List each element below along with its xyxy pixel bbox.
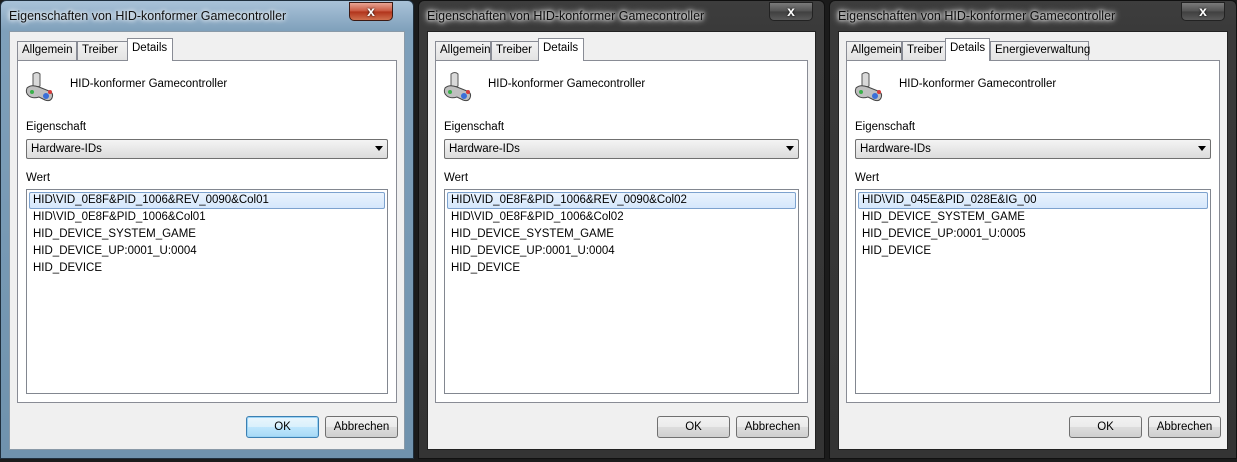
tab-details[interactable]: Details <box>538 38 584 61</box>
list-item[interactable]: HID_DEVICE_UP:0001_U:0004 <box>447 243 796 260</box>
tab-treiber[interactable]: Treiber <box>77 41 128 60</box>
window-title: Eigenschaften von HID-konformer Gamecont… <box>427 9 705 23</box>
device-name: HID-konformer Gamecontroller <box>488 78 646 90</box>
gamecontroller-icon <box>443 72 472 102</box>
property-selected-value: Hardware-IDs <box>31 143 102 155</box>
list-item[interactable]: HID_DEVICE_SYSTEM_GAME <box>447 226 796 243</box>
property-dropdown[interactable]: Hardware-IDs <box>444 139 799 159</box>
tab-details[interactable]: Details <box>945 38 990 61</box>
details-panel: HID-konformer Gamecontroller Eigenschaft… <box>846 60 1220 403</box>
title-bar[interactable]: Eigenschaften von HID-konformer Gamecont… <box>1 1 413 31</box>
properties-dialog-1: Eigenschaften von HID-konformer Gamecont… <box>0 0 414 459</box>
list-item[interactable]: HID\VID_0E8F&PID_1006&Col02 <box>447 209 796 226</box>
property-selected-value: Hardware-IDs <box>449 143 520 155</box>
dialog-client: Allgemein Treiber Details HID-konformer … <box>9 31 405 450</box>
list-item[interactable]: HID\VID_045E&PID_028E&IG_00 <box>858 192 1208 209</box>
property-dropdown[interactable]: Hardware-IDs <box>855 139 1211 159</box>
details-panel: HID-konformer Gamecontroller Eigenschaft… <box>17 60 397 403</box>
value-list[interactable]: HID\VID_0E8F&PID_1006&REV_0090&Col02 HID… <box>444 189 799 394</box>
chevron-down-icon <box>1198 146 1206 151</box>
property-label: Eigenschaft <box>26 121 87 133</box>
list-item[interactable]: HID_DEVICE_SYSTEM_GAME <box>858 209 1208 226</box>
dialog-client: Allgemein Treiber Details HID-konformer … <box>427 31 816 450</box>
close-icon: x <box>367 3 375 19</box>
close-button[interactable]: x <box>1181 2 1225 21</box>
list-item[interactable]: HID\VID_0E8F&PID_1006&Col01 <box>29 209 385 226</box>
cancel-button[interactable]: Abbrechen <box>325 416 398 438</box>
tab-treiber[interactable]: Treiber <box>902 41 946 60</box>
properties-dialog-3: Eigenschaften von HID-konformer Gamecont… <box>829 0 1237 459</box>
property-label: Eigenschaft <box>444 121 505 133</box>
list-item[interactable]: HID_DEVICE_UP:0001_U:0005 <box>858 226 1208 243</box>
close-icon: x <box>1199 3 1207 19</box>
value-label: Wert <box>444 172 469 184</box>
list-item[interactable]: HID_DEVICE_SYSTEM_GAME <box>29 226 385 243</box>
tab-allgemein[interactable]: Allgemein <box>435 41 491 60</box>
title-bar[interactable]: Eigenschaften von HID-konformer Gamecont… <box>419 1 824 31</box>
window-title: Eigenschaften von HID-konformer Gamecont… <box>9 9 287 23</box>
tab-energieverwaltung[interactable]: Energieverwaltung <box>990 41 1090 60</box>
ok-button[interactable]: OK <box>246 416 319 438</box>
list-item[interactable]: HID_DEVICE <box>29 260 385 277</box>
tab-details[interactable]: Details <box>127 38 173 61</box>
property-selected-value: Hardware-IDs <box>860 143 931 155</box>
chevron-down-icon <box>786 146 794 151</box>
list-item[interactable]: HID_DEVICE_UP:0001_U:0004 <box>29 243 385 260</box>
window-title: Eigenschaften von HID-konformer Gamecont… <box>838 9 1116 23</box>
properties-dialog-2: Eigenschaften von HID-konformer Gamecont… <box>418 0 825 459</box>
value-list[interactable]: HID\VID_045E&PID_028E&IG_00 HID_DEVICE_S… <box>855 189 1211 394</box>
chevron-down-icon <box>375 146 383 151</box>
list-item[interactable]: HID_DEVICE <box>447 260 796 277</box>
gamecontroller-icon <box>25 72 54 102</box>
list-item[interactable]: HID\VID_0E8F&PID_1006&REV_0090&Col02 <box>447 192 796 209</box>
value-label: Wert <box>855 172 880 184</box>
ok-button[interactable]: OK <box>1069 416 1142 438</box>
property-label: Eigenschaft <box>855 121 916 133</box>
dialog-client: Allgemein Treiber Details Energieverwalt… <box>838 31 1228 450</box>
value-list[interactable]: HID\VID_0E8F&PID_1006&REV_0090&Col01 HID… <box>26 189 388 394</box>
close-button[interactable]: x <box>349 2 393 21</box>
list-item[interactable]: HID\VID_0E8F&PID_1006&REV_0090&Col01 <box>29 192 385 209</box>
device-name: HID-konformer Gamecontroller <box>899 78 1057 90</box>
details-panel: HID-konformer Gamecontroller Eigenschaft… <box>435 60 808 403</box>
list-item[interactable]: HID_DEVICE <box>858 243 1208 260</box>
cancel-button[interactable]: Abbrechen <box>1148 416 1221 438</box>
tab-allgemein[interactable]: Allgemein <box>846 41 902 60</box>
property-dropdown[interactable]: Hardware-IDs <box>26 139 388 159</box>
gamecontroller-icon <box>854 72 883 102</box>
tab-treiber[interactable]: Treiber <box>491 41 539 60</box>
close-icon: x <box>787 3 795 19</box>
ok-button[interactable]: OK <box>657 416 730 438</box>
device-name: HID-konformer Gamecontroller <box>70 78 228 90</box>
close-button[interactable]: x <box>769 2 813 21</box>
value-label: Wert <box>26 172 51 184</box>
tab-allgemein[interactable]: Allgemein <box>17 41 77 60</box>
title-bar[interactable]: Eigenschaften von HID-konformer Gamecont… <box>830 1 1236 31</box>
cancel-button[interactable]: Abbrechen <box>736 416 809 438</box>
